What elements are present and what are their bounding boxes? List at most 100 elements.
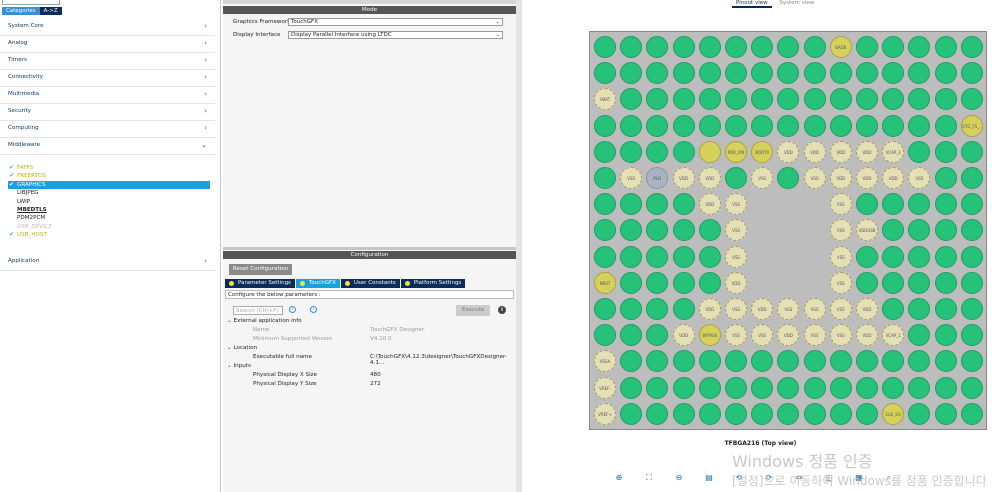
pin-power-vss[interactable]: VSS [829,219,852,242]
pin[interactable] [934,350,957,373]
pin[interactable] [594,114,616,137]
pin[interactable] [725,36,747,58]
pin[interactable] [934,36,957,58]
export-icon[interactable]: ▤ [704,473,714,483]
parameter-search-input[interactable]: Search (Ctrl+F) [233,306,283,315]
pin[interactable] [934,62,957,85]
pin[interactable] [751,88,774,111]
pin-power-vss[interactable]: VSS [829,298,852,320]
pin-power-pdr[interactable]: PDR_ON [725,140,747,163]
pin[interactable] [934,114,957,137]
pin-power-vss[interactable]: VSS [725,219,747,242]
pin[interactable] [646,245,669,268]
pin[interactable] [672,219,695,242]
pin[interactable] [777,62,800,85]
pin-power-vdd[interactable]: VDD [856,167,878,189]
pin[interactable] [646,350,669,373]
pin[interactable] [646,114,669,137]
pin[interactable] [698,62,721,85]
pin[interactable] [803,88,826,111]
pin[interactable] [829,402,852,425]
pin[interactable] [934,219,957,242]
pin[interactable] [960,271,983,294]
pin[interactable] [725,350,747,373]
pin[interactable] [620,350,643,373]
pin[interactable] [698,402,721,425]
search-prev-icon[interactable]: i [289,306,296,313]
middleware-item-usb-host[interactable]: ✔ USB_HOST [8,231,210,239]
pin[interactable] [960,402,983,425]
pin[interactable] [856,88,878,111]
pin[interactable] [646,140,669,163]
middleware-item-mbedtls[interactable]: MBEDTLS [8,206,210,214]
pin-vbat[interactable]: VBAT [594,88,616,111]
pin[interactable] [646,324,669,347]
pin[interactable] [620,114,643,137]
pin[interactable] [934,140,957,163]
pin[interactable] [777,167,800,189]
pin[interactable] [594,219,616,242]
pin-power-vss[interactable]: VSS [725,298,747,320]
pin[interactable] [803,402,826,425]
pin[interactable] [594,245,616,268]
tab-a-z[interactable]: A->Z [39,7,62,15]
category-middleware[interactable]: Middleware ⌄ [0,138,215,155]
pin-otg-fs-[interactable]: OTG_FS_... [960,114,983,137]
pin[interactable] [777,36,800,58]
display-interface-select[interactable]: Display Parallel Interface using LTDC ⌄ [288,31,503,39]
pin[interactable] [698,271,721,294]
pin-power-vss[interactable]: VSS [829,324,852,347]
pin[interactable] [594,140,616,163]
pin[interactable] [856,36,878,58]
tab-parameter-settings[interactable]: Parameter Settings [225,279,295,288]
tree-param-value[interactable]: V4.10.0 [370,336,392,342]
pin[interactable] [725,167,747,189]
pin-power-vss[interactable]: VSS [829,245,852,268]
pin[interactable] [698,140,721,163]
pin[interactable] [698,88,721,111]
pin[interactable] [908,140,931,163]
pin[interactable] [620,271,643,294]
pin[interactable] [646,271,669,294]
pin-power-vdd[interactable]: VDD [672,324,695,347]
pin[interactable] [672,402,695,425]
tree-group[interactable]: ⌄ External application info [227,318,302,324]
pin[interactable] [620,193,643,216]
pin[interactable] [934,324,957,347]
pin-power-vss[interactable]: VSS [803,298,826,320]
pin[interactable] [698,376,721,399]
graphics-framework-select[interactable]: TouchGFX ⌄ [288,18,503,26]
pin-power-vcap[interactable]: VCAP_2 [882,140,905,163]
pin-power-vdd[interactable]: VDD [777,324,800,347]
pin[interactable] [856,271,878,294]
pin[interactable] [725,376,747,399]
pin[interactable] [620,62,643,85]
pin[interactable] [751,402,774,425]
reset-configuration-button[interactable]: Reset Configuration [229,264,292,275]
pin[interactable] [882,298,905,320]
pin-vref-[interactable]: VREF+ [594,402,616,425]
pin-power-vdd[interactable]: VDD [856,298,878,320]
pin-power-vss[interactable]: VSS [777,298,800,320]
category-security[interactable]: Security › [0,104,215,121]
pin[interactable] [646,376,669,399]
pin[interactable] [672,114,695,137]
pin-power-vdd[interactable]: VDD [829,140,852,163]
pin[interactable] [882,114,905,137]
pin[interactable] [934,245,957,268]
pin-power-vss[interactable]: VSS [725,324,747,347]
pin-ph1[interactable]: PH1 [646,167,669,189]
pin[interactable] [594,193,616,216]
pin[interactable] [594,36,616,58]
pin[interactable] [934,298,957,320]
pin[interactable] [908,350,931,373]
pin[interactable] [646,219,669,242]
pin[interactable] [908,402,931,425]
pin[interactable] [908,88,931,111]
pin[interactable] [672,88,695,111]
pin[interactable] [908,114,931,137]
middleware-item-libjpeg[interactable]: LIBJPEG [8,189,210,197]
pin[interactable] [908,324,931,347]
middleware-item-lwip[interactable]: LWIP [8,198,210,206]
category-timers[interactable]: Timers › [0,53,215,70]
